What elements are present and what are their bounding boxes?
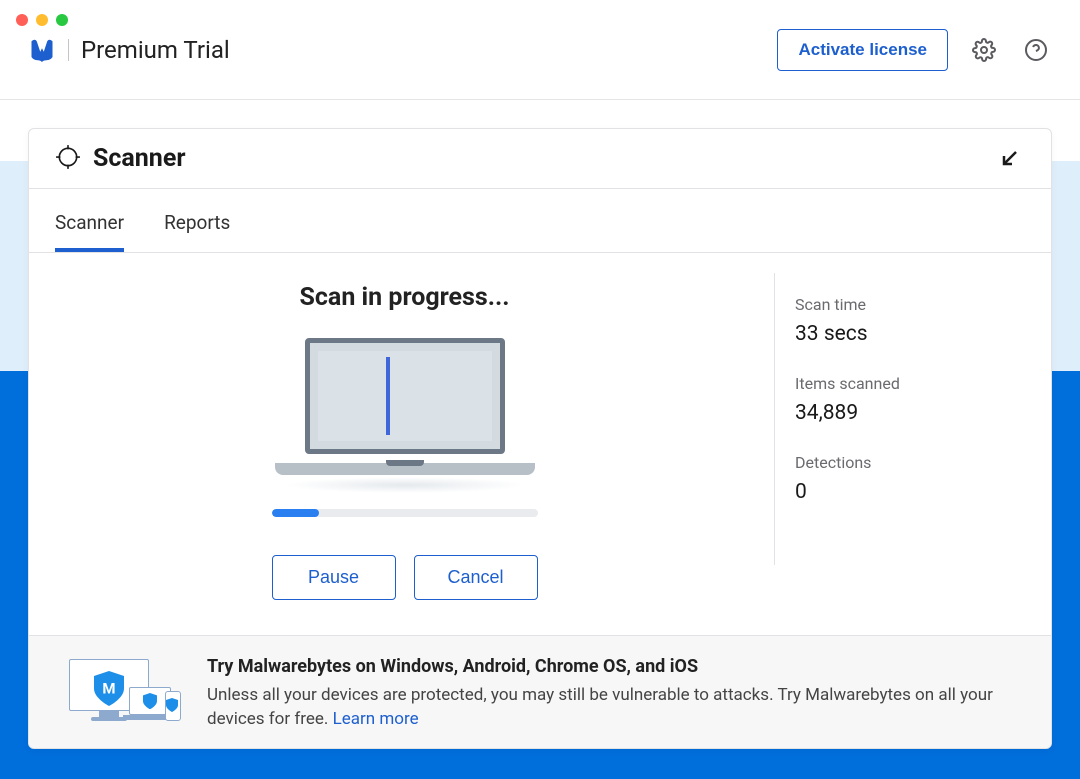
laptop-illustration [275, 338, 535, 483]
close-window-dot[interactable] [16, 14, 28, 26]
scan-status-heading: Scan in progress... [300, 283, 510, 312]
header-divider [68, 39, 69, 61]
gear-icon [972, 38, 996, 62]
scanner-card: Scanner Scanner Reports Scan in progress… [28, 128, 1052, 749]
detections-label: Detections [795, 453, 1025, 472]
window-traffic-lights [16, 14, 68, 26]
tab-reports[interactable]: Reports [164, 195, 230, 252]
malwarebytes-logo-icon [28, 36, 56, 64]
promo-desc-text: Unless all your devices are protected, y… [207, 685, 993, 730]
scan-time-value: 33 secs [795, 322, 1025, 346]
activate-license-button[interactable]: Activate license [777, 29, 948, 71]
help-icon [1024, 38, 1048, 62]
learn-more-link[interactable]: Learn more [333, 709, 419, 729]
scan-stats: Scan time 33 secs Items scanned 34,889 D… [795, 283, 1025, 615]
card-tabs: Scanner Reports [29, 195, 1051, 253]
shield-icon: M [94, 671, 124, 703]
devices-illustration: M [69, 659, 179, 729]
help-button[interactable] [1020, 34, 1052, 66]
vertical-divider [774, 273, 775, 565]
items-scanned-value: 34,889 [795, 401, 1025, 425]
app-title: Premium Trial [81, 36, 230, 64]
promo-description: Unless all your devices are protected, y… [207, 683, 1025, 732]
scan-progress-fill [272, 509, 320, 517]
items-scanned-label: Items scanned [795, 374, 1025, 393]
shield-icon [166, 697, 178, 711]
promo-title: Try Malwarebytes on Windows, Android, Ch… [207, 656, 1025, 677]
card-title: Scanner [93, 144, 185, 173]
crosshair-icon [55, 144, 81, 174]
scan-line-icon [386, 357, 390, 435]
promo-banner: M Try Malwarebytes on Windows, Android, … [29, 635, 1051, 748]
pause-scan-button[interactable]: Pause [272, 555, 396, 600]
minimize-window-dot[interactable] [36, 14, 48, 26]
detections-value: 0 [795, 480, 1025, 504]
collapse-card-button[interactable] [993, 143, 1025, 175]
shield-icon [143, 693, 157, 709]
maximize-window-dot[interactable] [56, 14, 68, 26]
app-header: Premium Trial Activate license [0, 0, 1080, 100]
collapse-icon [997, 147, 1021, 171]
cancel-scan-button[interactable]: Cancel [414, 555, 538, 600]
scan-progress-bar [272, 509, 538, 517]
settings-button[interactable] [968, 34, 1000, 66]
scan-time-label: Scan time [795, 295, 1025, 314]
tab-scanner[interactable]: Scanner [55, 195, 124, 252]
svg-text:M: M [102, 679, 115, 697]
